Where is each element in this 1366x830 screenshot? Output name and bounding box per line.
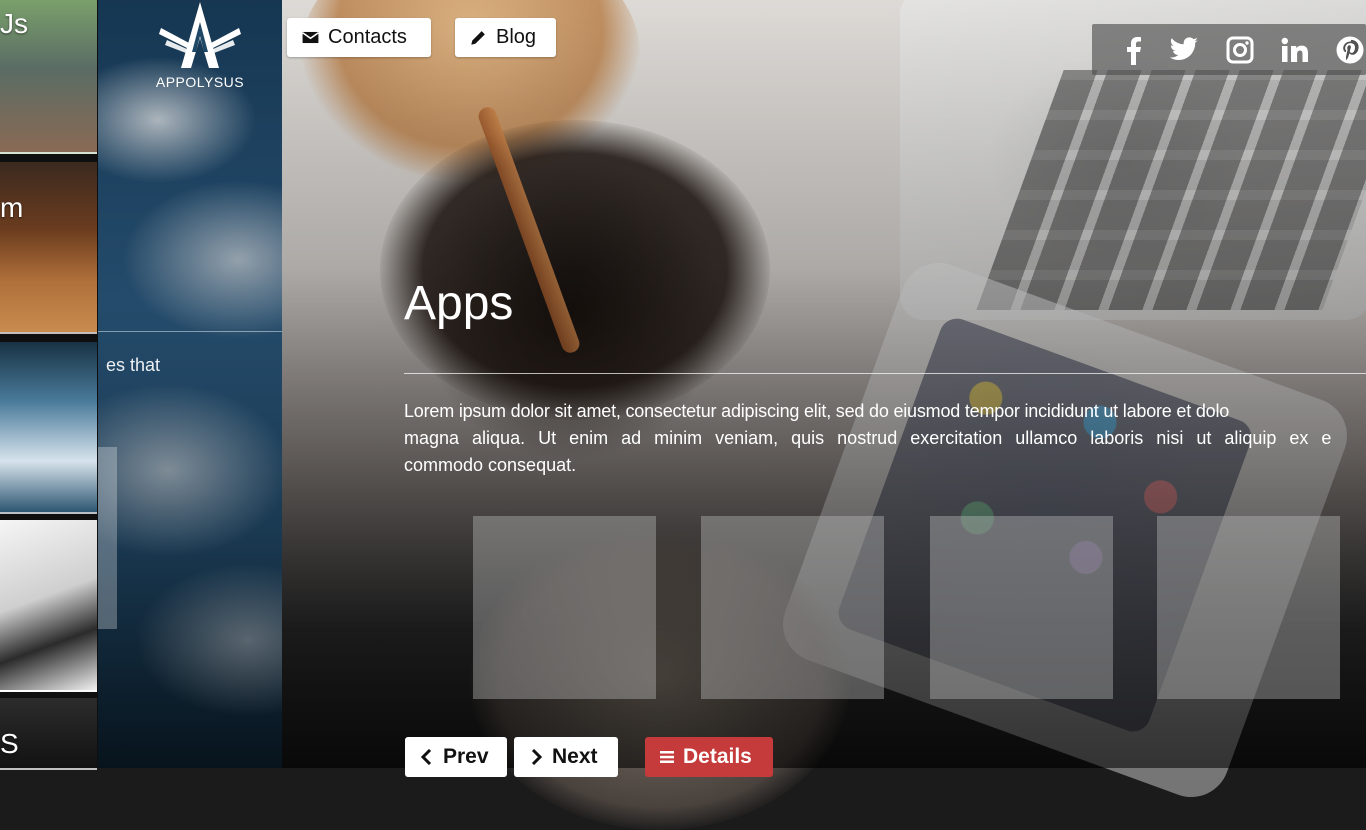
- instagram-icon[interactable]: [1224, 34, 1256, 66]
- chevron-left-icon: [420, 749, 432, 765]
- details-button[interactable]: Details: [645, 737, 773, 777]
- side-panel-divider: [98, 331, 282, 332]
- section-description: Lorem ipsum dolor sit amet, consectetur …: [404, 398, 1366, 480]
- pencil-icon: [471, 31, 485, 45]
- chevron-right-icon: [531, 749, 543, 765]
- winged-a-logo-icon: [159, 2, 241, 68]
- gallery-tile-3[interactable]: [930, 516, 1113, 699]
- gallery-tile-2[interactable]: [701, 516, 884, 699]
- facebook-icon[interactable]: [1117, 34, 1149, 66]
- contacts-button[interactable]: Contacts: [287, 18, 431, 57]
- thumbnail-label: S: [0, 728, 19, 759]
- section-title: Apps: [404, 277, 514, 330]
- brand-logo[interactable]: APPOLYSUS: [153, 0, 247, 98]
- side-panel-text: es that: [98, 355, 282, 376]
- brand-name: APPOLYSUS: [155, 74, 245, 90]
- gallery-tile-1[interactable]: [473, 516, 656, 699]
- list-icon: [660, 751, 674, 763]
- thumbnail-strip: Js m S: [0, 0, 100, 770]
- contacts-label: Contacts: [328, 26, 407, 48]
- prev-label: Prev: [443, 745, 489, 768]
- thumbnail-3[interactable]: [0, 342, 97, 514]
- pinterest-icon[interactable]: [1334, 34, 1366, 66]
- prev-button[interactable]: Prev: [405, 737, 507, 777]
- side-panel-card: [98, 447, 117, 629]
- envelope-icon: [302, 31, 319, 44]
- thumbnail-label: m: [0, 192, 24, 223]
- blog-label: Blog: [496, 26, 537, 48]
- side-panel-text-content: es that: [105, 355, 160, 375]
- description-line: Lorem ipsum dolor sit amet, consectetur …: [404, 401, 1230, 421]
- gallery-tile-4[interactable]: [1157, 516, 1340, 699]
- blog-button[interactable]: Blog: [455, 18, 556, 57]
- thumbnail-5[interactable]: S: [0, 698, 97, 770]
- thumbnail-4[interactable]: [0, 520, 97, 692]
- description-line: commodo consequat.: [404, 455, 577, 475]
- thumbnail-label: Js: [0, 8, 28, 39]
- description-line: magna aliqua. Ut enim ad minim veniam, q…: [404, 428, 1332, 448]
- details-label: Details: [683, 745, 752, 768]
- next-label: Next: [552, 745, 598, 768]
- thumbnail-1[interactable]: Js: [0, 0, 97, 154]
- thumbnail-2[interactable]: m: [0, 162, 97, 334]
- next-button[interactable]: Next: [514, 737, 618, 777]
- twitter-icon[interactable]: [1168, 34, 1200, 66]
- title-divider: [404, 373, 1366, 374]
- side-panel-overlay: [98, 0, 282, 768]
- linkedin-icon[interactable]: [1279, 34, 1311, 66]
- social-links-bar: [1092, 24, 1366, 75]
